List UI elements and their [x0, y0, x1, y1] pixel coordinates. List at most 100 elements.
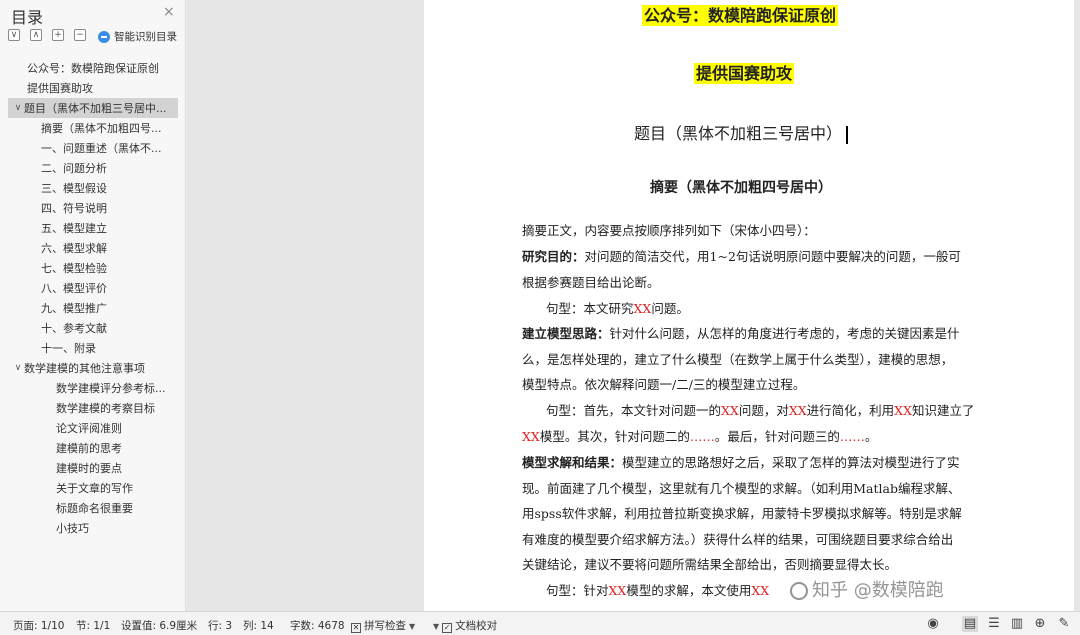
line-text: 句型：本文研究 [546, 301, 634, 316]
remove-level-button[interactable]: − [74, 29, 86, 41]
pen-icon[interactable]: ✎ [1056, 616, 1072, 632]
toc-item[interactable]: 六、模型求解 [0, 238, 185, 258]
line-text: 对问题的简洁交代，用1~2句话说明原问题中要解决的问题，一般可 [584, 249, 961, 264]
page-view-icon[interactable]: ▤ [962, 616, 978, 632]
expand-all-button[interactable]: ∨ [8, 29, 20, 41]
reading-view-icon[interactable]: ▥ [1009, 616, 1025, 632]
line-text: 问题，对 [738, 403, 789, 418]
toc-toolbar: ∨ ∧ + − [8, 29, 96, 41]
toc-item-label: 十一、附录 [41, 342, 96, 355]
toc-item-label: 八、模型评价 [41, 282, 107, 295]
watermark-text: 知乎 @数模陪跑 [812, 580, 944, 601]
toc-item[interactable]: 四、符号说明 [0, 198, 185, 218]
smart-toc-icon [98, 30, 110, 43]
toc-item[interactable]: 摘要（黑体不加粗四号... [0, 118, 185, 138]
placeholder-text: XX [633, 301, 652, 316]
toc-item[interactable]: 提供国赛助攻 [0, 78, 185, 98]
placeholder-text: XX [751, 583, 770, 598]
toc-item[interactable]: 一、问题重述（黑体不... [0, 138, 185, 158]
spell-check-button[interactable]: ✕ 拼写检查 ▼ [351, 618, 415, 633]
para-line: 现。前面建了几个模型，这里就有几个模型的求解。（如利用Matlab编程求解、 [522, 481, 961, 496]
document-page[interactable]: 公众号：数模陪跑保证原创 提供国赛助攻 题目（黑体不加粗三号居中） 摘要（黑体不… [424, 0, 1074, 611]
toc-item[interactable]: 数学建模的考察目标 [0, 398, 185, 418]
proofread-label: 文档校对 [455, 620, 498, 632]
toc-item[interactable]: 小技巧 [0, 518, 185, 538]
eye-icon[interactable]: ◉ [925, 616, 941, 632]
banner-line-2: 提供国赛助攻 [694, 60, 795, 84]
toc-item[interactable]: 标题命名很重要 [0, 498, 185, 518]
smart-toc-button[interactable]: 智能识别目录 [98, 29, 177, 44]
collapse-all-button[interactable]: ∧ [30, 29, 42, 41]
toc-item-label: 数学建模的考察目标 [56, 402, 155, 415]
toc-item[interactable]: 论文评阅准则 [0, 418, 185, 438]
toc-item[interactable]: 建模前的思考 [0, 438, 185, 458]
spell-check-icon: ✕ [351, 623, 361, 633]
line-text: 句型：首先，本文针对问题一的 [546, 403, 722, 418]
placeholder-text: XX [894, 403, 912, 418]
toc-item-selected[interactable]: ∨ 题目（黑体不加粗三号居中... [8, 98, 178, 118]
toc-item[interactable]: 十、参考文献 [0, 318, 185, 338]
toc-item-label: 摘要（黑体不加粗四号... [41, 122, 162, 135]
outline-view-icon[interactable]: ☰ [986, 616, 1002, 632]
row-indicator: 行: 3 [208, 620, 233, 632]
placeholder-text: XX [788, 403, 807, 418]
proofread-icon: ✓ [442, 623, 453, 633]
close-icon[interactable]: × [163, 4, 175, 20]
para-line: 模型求解和结果：模型建立的思路想好之后，采取了怎样的算法对模型进行了实 [522, 452, 960, 471]
chevron-down-icon[interactable]: ∨ [12, 103, 24, 113]
toc-item-label: 公众号：数模陪跑保证原创 [27, 62, 159, 75]
toc-item[interactable]: ∨ 数学建模的其他注意事项 [0, 358, 185, 378]
para-line: 有难度的模型要介绍求解方法。）获得什么样的结果，可围绕题目要求综合给出 [522, 532, 954, 547]
para-line: 用spss软件求解，利用拉普拉斯变换求解，用蒙特卡罗模拟求解等。特别是求解 [522, 506, 962, 521]
toc-item[interactable]: 三、模型假设 [0, 178, 185, 198]
doc-title-text: 题目（黑体不加粗三号居中） [634, 124, 843, 143]
chevron-down-icon[interactable]: ∨ [12, 363, 24, 373]
toc-item[interactable]: 十一、附录 [0, 338, 185, 358]
dropdown-arrow-icon[interactable]: ▼ [433, 622, 439, 631]
placeholder-text: XX [721, 403, 739, 418]
toc-item-label: 十、参考文献 [41, 322, 107, 335]
toc-item[interactable]: 数学建模评分参考标... [0, 378, 185, 398]
page-indicator[interactable]: 页面: 1/10 [13, 618, 64, 633]
line-text: 模型的求解，本文使用 [626, 583, 752, 598]
toc-item[interactable]: 关于文章的写作 [0, 478, 185, 498]
line-text: 。 [864, 429, 878, 444]
smart-toc-label: 智能识别目录 [114, 31, 177, 43]
column-indicator: 列: 14 [243, 620, 274, 632]
para-line: 么，是怎样处理的，建立了什么模型（在数学上属于什么类型），建模的思想， [522, 352, 954, 367]
bold-lead: 模型求解和结果： [522, 455, 623, 470]
toc-item-label: 题目（黑体不加粗三号居中... [24, 102, 167, 115]
toc-item-label: 一、问题重述（黑体不... [41, 142, 162, 155]
para-line: 研究目的：对问题的简洁交代，用1~2句话说明原问题中要解决的问题，一般可 [522, 246, 961, 265]
zhihu-logo-icon [790, 582, 808, 600]
section-indicator: 节: 1/1 [76, 620, 111, 632]
toc-item[interactable]: 建模时的要点 [0, 458, 185, 478]
proofread-button[interactable]: ▼ ✓ 文档校对 [433, 618, 497, 633]
placeholder-text: …… [839, 429, 865, 444]
para-line: 摘要正文，内容要点按顺序排列如下（宋体小四号）： [522, 223, 816, 238]
word-count[interactable]: 字数: 4678 [290, 618, 345, 633]
toc-list: 公众号：数模陪跑保证原创 提供国赛助攻 ∨ 题目（黑体不加粗三号居中... 摘要（… [0, 58, 185, 538]
line-text: 针对什么问题，从怎样的角度进行考虑的，考虑的关键因素是什 [609, 326, 960, 341]
toc-panel: 目录 × ∨ ∧ + − 智能识别目录 公众号：数模陪跑保证原创 提供国赛助攻 … [0, 0, 186, 611]
toc-item[interactable]: 公众号：数模陪跑保证原创 [0, 58, 185, 78]
toc-item-label: 六、模型求解 [41, 242, 107, 255]
toc-item[interactable]: 九、模型推广 [0, 298, 185, 318]
para-line: 建立模型思路：针对什么问题，从怎样的角度进行考虑的，考虑的关键因素是什 [522, 323, 960, 342]
bold-lead: 建立模型思路： [522, 326, 610, 341]
toc-item-label: 关于文章的写作 [56, 482, 133, 495]
toc-item-label: 五、模型建立 [41, 222, 107, 235]
toc-item[interactable]: 五、模型建立 [0, 218, 185, 238]
bold-lead: 研究目的： [522, 249, 585, 264]
toc-item-label: 三、模型假设 [41, 182, 107, 195]
toc-item[interactable]: 七、模型检验 [0, 258, 185, 278]
toc-item-label: 论文评阅准则 [56, 422, 122, 435]
status-bar: 页面: 1/10 节: 1/1 设置值: 6.9厘米 行: 3 列: 14 字数… [0, 611, 1080, 635]
toc-item[interactable]: 二、问题分析 [0, 158, 185, 178]
dropdown-arrow-icon[interactable]: ▼ [409, 622, 415, 631]
placeholder-text: XX [522, 429, 540, 444]
toc-item[interactable]: 八、模型评价 [0, 278, 185, 298]
text-cursor [846, 125, 848, 144]
add-level-button[interactable]: + [52, 29, 64, 41]
web-view-icon[interactable]: ⊕ [1032, 616, 1048, 632]
